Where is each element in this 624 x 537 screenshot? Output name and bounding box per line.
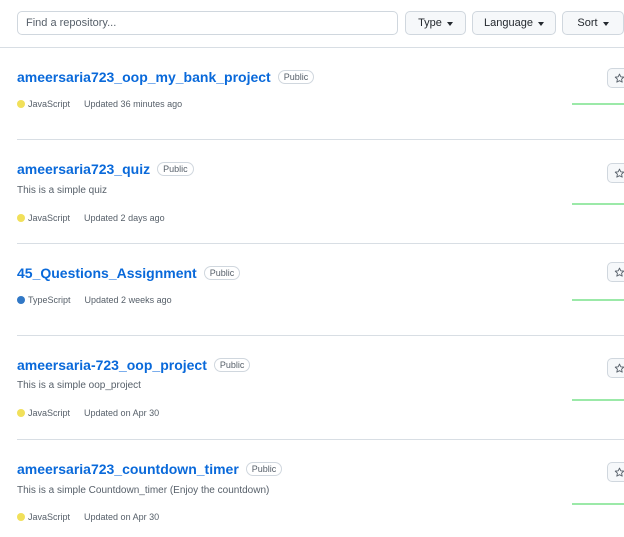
repository-filter-bar: Type Language Sort bbox=[17, 11, 624, 37]
language-color-dot bbox=[17, 513, 25, 521]
repo-meta: JavaScript Updated 2 days ago bbox=[17, 213, 165, 223]
language-color-dot bbox=[17, 100, 25, 108]
repo-name-link[interactable]: ameersaria723_countdown_timer bbox=[17, 461, 239, 477]
repo-language: JavaScript bbox=[28, 512, 71, 522]
find-repository-input[interactable] bbox=[17, 11, 398, 35]
star-icon bbox=[614, 168, 624, 178]
repo-meta: JavaScript Updated on Apr 30 bbox=[17, 408, 159, 418]
repo-name-link[interactable]: ameersaria723_oop_my_bank_project bbox=[17, 69, 271, 85]
repo-title-row: 45_Questions_Assignment Public bbox=[17, 265, 241, 281]
repo-name-link[interactable]: ameersaria-723_oop_project bbox=[17, 357, 207, 373]
repo-title-row: ameersaria-723_oop_project Public bbox=[17, 357, 251, 373]
star-button[interactable] bbox=[607, 68, 624, 88]
caret-down-icon bbox=[602, 21, 609, 26]
repo-updated: Updated 2 weeks ago bbox=[84, 295, 172, 305]
activity-graph bbox=[572, 103, 624, 105]
visibility-badge: Public bbox=[157, 162, 194, 176]
sort-label: Sort bbox=[577, 17, 598, 29]
star-button[interactable] bbox=[607, 163, 624, 183]
repo-language: JavaScript bbox=[28, 99, 71, 109]
star-icon bbox=[614, 363, 624, 373]
repo-language: TypeScript bbox=[28, 295, 71, 305]
star-button[interactable] bbox=[607, 262, 624, 282]
repo-updated: Updated 2 days ago bbox=[84, 213, 165, 223]
type-filter-label: Type bbox=[418, 17, 442, 29]
language-color-dot bbox=[17, 214, 25, 222]
repo-title-row: ameersaria723_quiz Public bbox=[17, 161, 194, 177]
repo-meta: TypeScript Updated 2 weeks ago bbox=[17, 295, 172, 305]
repo-name-link[interactable]: 45_Questions_Assignment bbox=[17, 265, 197, 281]
type-filter-button[interactable]: Type bbox=[405, 11, 466, 35]
visibility-badge: Public bbox=[277, 70, 315, 84]
repo-title-row: ameersaria723_countdown_timer Public bbox=[17, 461, 283, 477]
star-button[interactable] bbox=[607, 462, 624, 482]
visibility-badge: Public bbox=[213, 358, 251, 372]
repo-description: This is a simple oop_project bbox=[17, 380, 141, 391]
language-filter-label: Language bbox=[484, 17, 533, 29]
language-color-dot bbox=[17, 409, 25, 417]
visibility-badge: Public bbox=[245, 462, 283, 476]
repo-language: JavaScript bbox=[28, 408, 71, 418]
activity-graph bbox=[572, 503, 624, 505]
repo-meta: JavaScript Updated 36 minutes ago bbox=[17, 99, 182, 109]
divider bbox=[0, 47, 624, 48]
repo-description: This is a simple quiz bbox=[17, 185, 108, 196]
caret-down-icon bbox=[537, 21, 544, 26]
star-icon bbox=[614, 467, 624, 477]
repo-meta: JavaScript Updated on Apr 30 bbox=[17, 512, 159, 522]
repo-title-row: ameersaria723_oop_my_bank_project Public bbox=[17, 69, 315, 85]
repo-updated: Updated on Apr 30 bbox=[84, 512, 160, 522]
repository-list-page: Type Language Sort ameersaria723_oop_my_… bbox=[0, 0, 624, 537]
divider bbox=[17, 335, 624, 336]
repo-updated: Updated on Apr 30 bbox=[84, 408, 160, 418]
activity-graph bbox=[572, 203, 624, 205]
repo-updated: Updated 36 minutes ago bbox=[84, 99, 183, 109]
divider bbox=[17, 243, 624, 244]
language-color-dot bbox=[17, 296, 25, 304]
star-icon bbox=[614, 267, 624, 277]
repo-language: JavaScript bbox=[28, 213, 71, 223]
repo-description: This is a simple Countdown_timer (Enjoy … bbox=[17, 485, 270, 496]
repo-name-link[interactable]: ameersaria723_quiz bbox=[17, 161, 150, 177]
activity-graph bbox=[572, 299, 624, 301]
divider bbox=[17, 139, 624, 140]
caret-down-icon bbox=[446, 21, 453, 26]
activity-graph bbox=[572, 399, 624, 401]
star-icon bbox=[614, 73, 624, 83]
sort-button[interactable]: Sort bbox=[562, 11, 624, 35]
divider bbox=[17, 439, 624, 440]
language-filter-button[interactable]: Language bbox=[472, 11, 556, 35]
star-button[interactable] bbox=[607, 358, 624, 378]
visibility-badge: Public bbox=[203, 266, 241, 280]
